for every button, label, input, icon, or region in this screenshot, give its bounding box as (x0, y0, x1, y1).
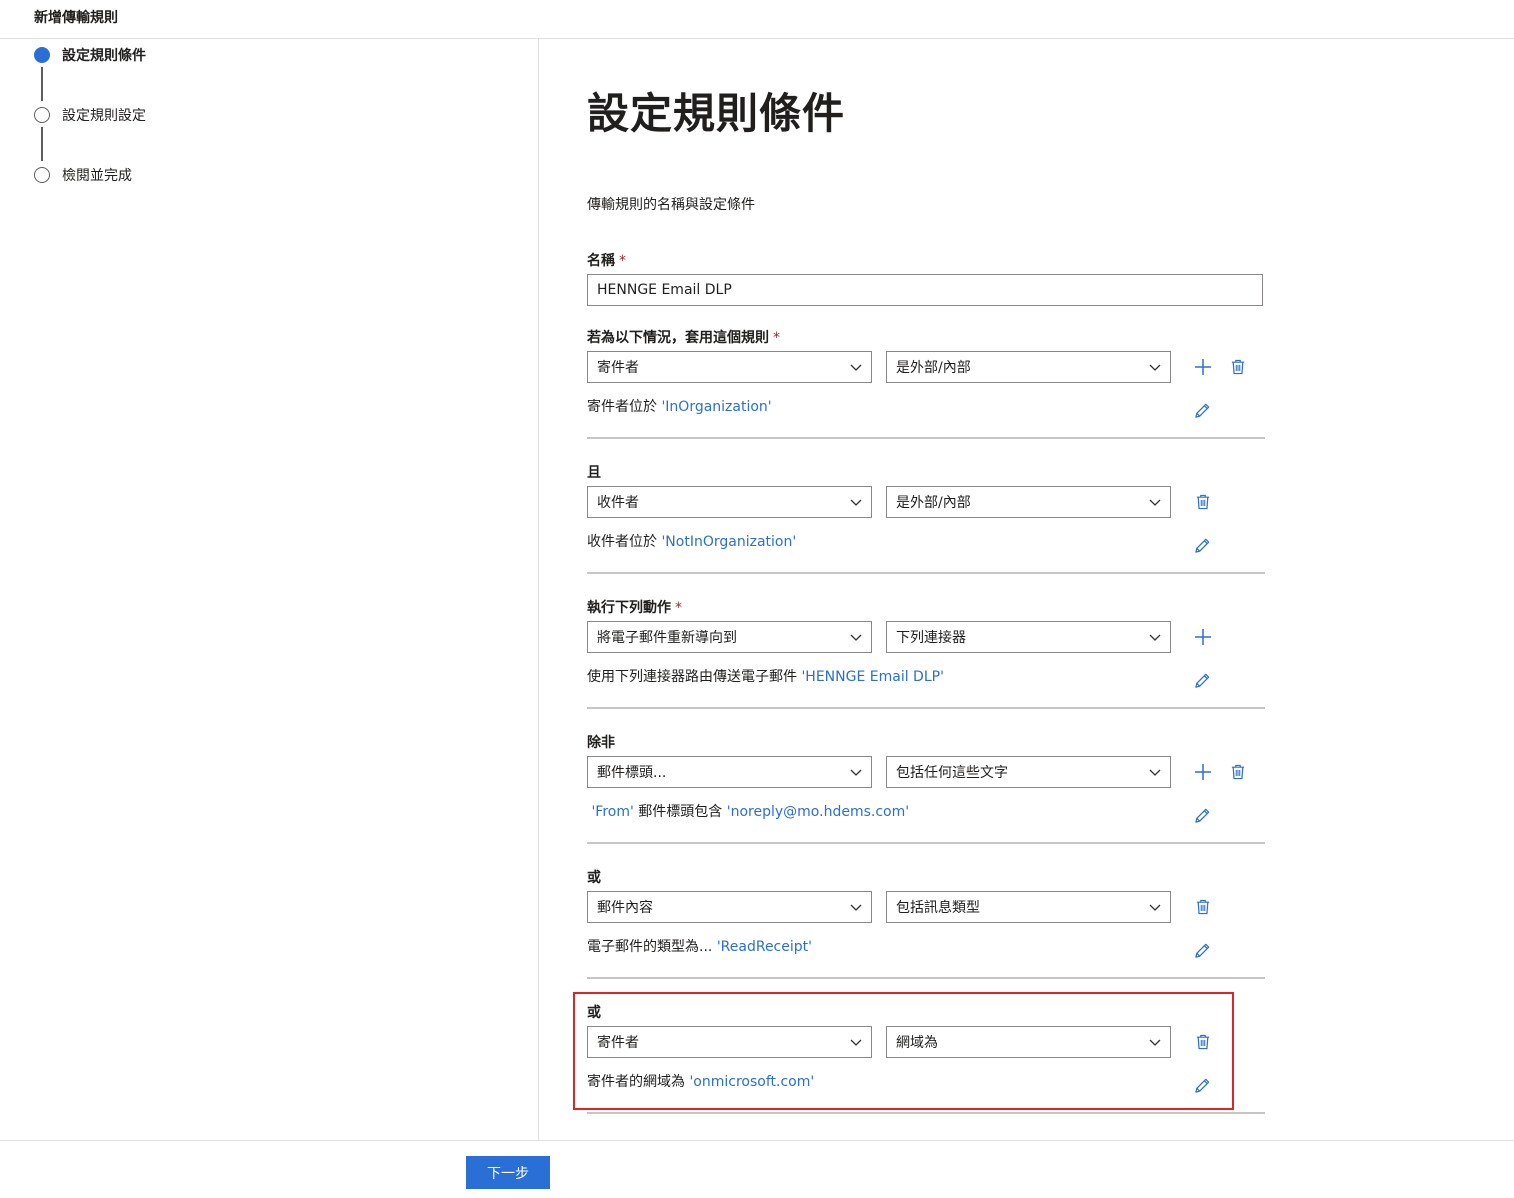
section-divider (587, 842, 1265, 844)
name-input[interactable] (587, 274, 1263, 306)
name-label-text: 名稱 (587, 253, 615, 269)
section-divider (587, 707, 1265, 709)
wizard-steps-pane: 設定規則條件 設定規則設定 檢閱並完成 (0, 39, 539, 1140)
trash-icon[interactable] (1193, 492, 1213, 512)
main-content: 設定規則條件 傳輸規則的名稱與設定條件 名稱* 若為以下情況，套用這個規則*寄件… (587, 0, 1514, 1140)
add-icon[interactable] (1193, 762, 1213, 782)
condition-operator-dropdown[interactable]: 包括訊息類型 (886, 891, 1171, 923)
pencil-icon[interactable] (1192, 535, 1212, 555)
condition-label-text: 執行下列動作 (587, 600, 671, 616)
step-set-rule-settings[interactable]: 設定規則設定 (34, 105, 146, 125)
chevron-down-icon (849, 765, 863, 779)
condition-operator-dropdown[interactable]: 是外部/內部 (886, 486, 1171, 518)
condition-label-text: 且 (587, 465, 601, 481)
condition-operator-dropdown[interactable]: 是外部/內部 (886, 351, 1171, 383)
chevron-down-icon (1148, 360, 1162, 374)
condition-label-text: 除非 (587, 735, 615, 751)
condition-property-dropdown[interactable]: 郵件內容 (587, 891, 872, 923)
description-value-link[interactable]: 'ReadReceipt' (717, 939, 812, 955)
chevron-down-icon (1148, 495, 1162, 509)
dropdown-selected-value: 是外部/內部 (896, 495, 971, 511)
dropdown-selected-value: 包括任何這些文字 (896, 765, 1008, 781)
description-value-link[interactable]: 'noreply@mo.hdems.com' (727, 804, 909, 820)
dropdown-selected-value: 郵件內容 (597, 900, 653, 916)
step-set-rule-conditions[interactable]: 設定規則條件 (34, 45, 146, 65)
condition-label-text: 若為以下情況，套用這個規則 (587, 330, 769, 346)
condition-description: 使用下列連接器路由傳送電子郵件 'HENNGE Email DLP' (587, 666, 944, 686)
section-divider (587, 572, 1265, 574)
chevron-down-icon (849, 360, 863, 374)
panel-title: 新增傳輸規則 (34, 10, 118, 26)
step-label: 設定規則設定 (62, 108, 146, 124)
description-value-link[interactable]: 'InOrganization' (661, 399, 771, 415)
condition-description: 寄件者位於 'InOrganization' (587, 396, 772, 416)
step-label: 檢閱並完成 (62, 168, 132, 184)
required-asterisk: * (675, 600, 682, 616)
condition-property-dropdown[interactable]: 寄件者 (587, 351, 872, 383)
step-connector (41, 67, 43, 101)
description-value-link[interactable]: 'NotInOrganization' (661, 534, 796, 550)
dropdown-selected-value: 包括訊息類型 (896, 900, 980, 916)
chevron-down-icon (1148, 900, 1162, 914)
add-icon[interactable] (1193, 357, 1213, 377)
condition-property-dropdown[interactable]: 郵件標頭... (587, 756, 872, 788)
description-text: 郵件標頭包含 (633, 804, 727, 820)
step-review-and-finish[interactable]: 檢閱並完成 (34, 165, 132, 185)
footer-divider (0, 1140, 1514, 1141)
condition-description: 電子郵件的類型為... 'ReadReceipt' (587, 936, 812, 956)
name-field-label: 名稱 * (587, 250, 626, 270)
required-asterisk: * (773, 330, 780, 346)
chevron-down-icon (849, 495, 863, 509)
section-divider (587, 1112, 1265, 1114)
step-label: 設定規則條件 (62, 48, 146, 64)
condition-label: 除非 (587, 732, 615, 752)
condition-operator-dropdown[interactable]: 包括任何這些文字 (886, 756, 1171, 788)
trash-icon[interactable] (1193, 897, 1213, 917)
step-current-indicator (34, 47, 50, 63)
condition-label: 或 (587, 867, 601, 887)
pencil-icon[interactable] (1192, 670, 1212, 690)
dropdown-selected-value: 將電子郵件重新導向到 (597, 630, 737, 646)
condition-property-dropdown[interactable]: 收件者 (587, 486, 872, 518)
condition-property-dropdown[interactable]: 將電子郵件重新導向到 (587, 621, 872, 653)
condition-description: 收件者位於 'NotInOrganization' (587, 531, 796, 551)
pencil-icon[interactable] (1192, 940, 1212, 960)
section-divider (587, 977, 1265, 979)
dropdown-selected-value: 收件者 (597, 495, 639, 511)
next-button[interactable]: 下一步 (466, 1156, 550, 1189)
dropdown-selected-value: 郵件標頭... (597, 765, 667, 781)
add-icon[interactable] (1193, 627, 1213, 647)
description-text: 電子郵件的類型為... (587, 939, 717, 955)
condition-label: 執行下列動作 * (587, 597, 682, 617)
section-divider (587, 437, 1265, 439)
pencil-icon[interactable] (1192, 805, 1212, 825)
dropdown-selected-value: 下列連接器 (896, 630, 966, 646)
pencil-icon[interactable] (1192, 400, 1212, 420)
dropdown-selected-value: 寄件者 (597, 360, 639, 376)
dropdown-selected-value: 是外部/內部 (896, 360, 971, 376)
chevron-down-icon (849, 900, 863, 914)
description-text: 使用下列連接器路由傳送電子郵件 (587, 669, 802, 685)
chevron-down-icon (1148, 630, 1162, 644)
page-subtitle: 傳輸規則的名稱與設定條件 (587, 197, 755, 213)
required-asterisk: * (619, 253, 626, 269)
page-title: 設定規則條件 (587, 89, 846, 138)
trash-icon[interactable] (1228, 357, 1248, 377)
condition-description: 'From' 郵件標頭包含 'noreply@mo.hdems.com' (587, 801, 909, 821)
description-value-link[interactable]: 'From' (591, 804, 633, 820)
step-pending-indicator (34, 167, 50, 183)
description-value-link[interactable]: 'HENNGE Email DLP' (801, 669, 943, 685)
condition-label: 且 (587, 462, 601, 482)
step-pending-indicator (34, 107, 50, 123)
chevron-down-icon (849, 630, 863, 644)
step-connector (41, 127, 43, 161)
description-text: 寄件者位於 (587, 399, 662, 415)
chevron-down-icon (1148, 765, 1162, 779)
trash-icon[interactable] (1228, 762, 1248, 782)
condition-operator-dropdown[interactable]: 下列連接器 (886, 621, 1171, 653)
highlight-box (573, 992, 1234, 1110)
condition-label-text: 或 (587, 870, 601, 886)
condition-label: 若為以下情況，套用這個規則 * (587, 327, 780, 347)
description-text: 收件者位於 (587, 534, 662, 550)
